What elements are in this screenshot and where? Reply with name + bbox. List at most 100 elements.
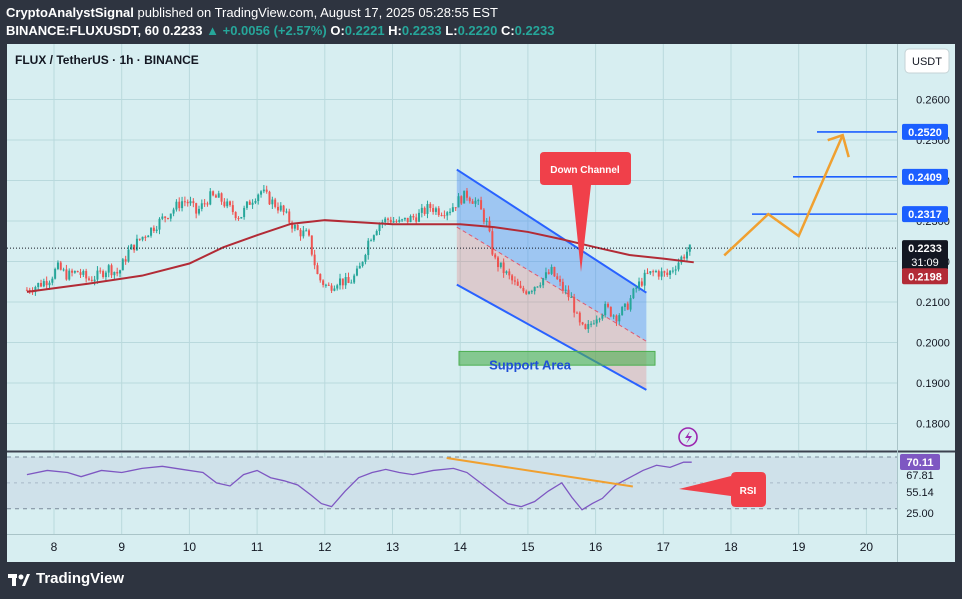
candle[interactable] (324, 284, 327, 286)
candle[interactable] (189, 201, 192, 204)
candle[interactable] (485, 220, 488, 222)
candle[interactable] (494, 254, 497, 258)
candle[interactable] (457, 196, 460, 208)
candle[interactable] (567, 289, 570, 298)
candle[interactable] (629, 298, 632, 310)
candle[interactable] (158, 218, 161, 230)
candle[interactable] (632, 288, 635, 299)
candle[interactable] (226, 201, 229, 207)
candle[interactable] (82, 270, 85, 275)
candle[interactable] (372, 235, 375, 241)
candle[interactable] (525, 291, 528, 294)
chart-svg[interactable]: Support Area Down Channel RSI FLUX / Tet… (7, 44, 955, 562)
candle[interactable] (496, 257, 499, 268)
candle[interactable] (262, 189, 265, 192)
candle[interactable] (685, 251, 688, 259)
candle[interactable] (657, 271, 660, 277)
candle[interactable] (310, 235, 313, 255)
candle[interactable] (203, 203, 206, 205)
candle[interactable] (279, 205, 282, 211)
candle[interactable] (200, 203, 203, 209)
candle[interactable] (626, 303, 629, 310)
candle[interactable] (640, 281, 643, 286)
candle[interactable] (181, 201, 184, 209)
candle[interactable] (528, 291, 531, 294)
candle[interactable] (274, 199, 277, 207)
candle[interactable] (119, 270, 122, 274)
candle[interactable] (432, 208, 435, 212)
price-pane-bg[interactable] (7, 44, 897, 450)
candle[interactable] (217, 193, 220, 198)
candle[interactable] (584, 324, 587, 329)
candle[interactable] (54, 269, 57, 279)
candle[interactable] (420, 207, 423, 213)
candle[interactable] (260, 191, 263, 195)
candle[interactable] (612, 315, 615, 317)
candle[interactable] (536, 286, 539, 288)
candle[interactable] (296, 224, 299, 230)
candle[interactable] (666, 272, 669, 275)
candle[interactable] (434, 208, 437, 212)
candle[interactable] (313, 254, 316, 266)
candle[interactable] (42, 281, 45, 287)
candle[interactable] (499, 262, 502, 268)
candle[interactable] (587, 323, 590, 329)
candle[interactable] (79, 272, 82, 275)
candle[interactable] (192, 201, 195, 204)
candle[interactable] (330, 285, 333, 291)
currency-button[interactable]: USDT (904, 48, 950, 74)
candle[interactable] (214, 195, 217, 198)
candle[interactable] (615, 315, 618, 322)
candle[interactable] (401, 219, 404, 221)
candle[interactable] (172, 209, 175, 214)
candle[interactable] (660, 271, 663, 277)
candle[interactable] (197, 208, 200, 214)
time-axis[interactable]: 8 9 10 11 12 13 14 15 16 17 18 19 20 (51, 540, 874, 554)
candle[interactable] (522, 287, 525, 292)
candle[interactable] (592, 323, 595, 325)
candle[interactable] (654, 271, 657, 273)
candle[interactable] (395, 221, 398, 223)
candle[interactable] (183, 201, 186, 203)
candle[interactable] (299, 229, 302, 237)
candle[interactable] (124, 259, 127, 262)
candle[interactable] (635, 287, 638, 289)
candle[interactable] (471, 201, 474, 204)
candle[interactable] (90, 279, 93, 282)
candle[interactable] (212, 191, 215, 196)
candle[interactable] (59, 262, 62, 270)
candle[interactable] (65, 269, 68, 280)
candle[interactable] (581, 322, 584, 325)
candle[interactable] (437, 208, 440, 216)
candle[interactable] (638, 281, 641, 288)
candle[interactable] (559, 279, 562, 282)
candle[interactable] (355, 268, 358, 276)
candle[interactable] (276, 206, 279, 211)
candle[interactable] (347, 277, 350, 283)
candle[interactable] (341, 278, 344, 286)
candle[interactable] (73, 271, 76, 273)
footer-brand[interactable]: TradingView (36, 570, 124, 587)
candle[interactable] (623, 303, 626, 307)
candle[interactable] (133, 244, 136, 251)
candle[interactable] (138, 238, 141, 240)
candle[interactable] (99, 270, 102, 272)
candle[interactable] (561, 281, 564, 291)
candle[interactable] (601, 315, 604, 319)
candle[interactable] (553, 266, 556, 277)
candle[interactable] (508, 271, 511, 276)
candle[interactable] (449, 211, 452, 213)
candle[interactable] (68, 270, 71, 280)
candle[interactable] (107, 265, 110, 273)
candle[interactable] (113, 271, 116, 276)
candle[interactable] (440, 215, 443, 217)
candle[interactable] (265, 189, 268, 192)
candle[interactable] (426, 204, 429, 214)
candle[interactable] (316, 265, 319, 275)
candle[interactable] (556, 276, 559, 280)
candle[interactable] (186, 201, 189, 204)
candle[interactable] (268, 191, 271, 205)
candle[interactable] (418, 212, 421, 222)
candle[interactable] (327, 284, 330, 286)
candle[interactable] (604, 303, 607, 316)
